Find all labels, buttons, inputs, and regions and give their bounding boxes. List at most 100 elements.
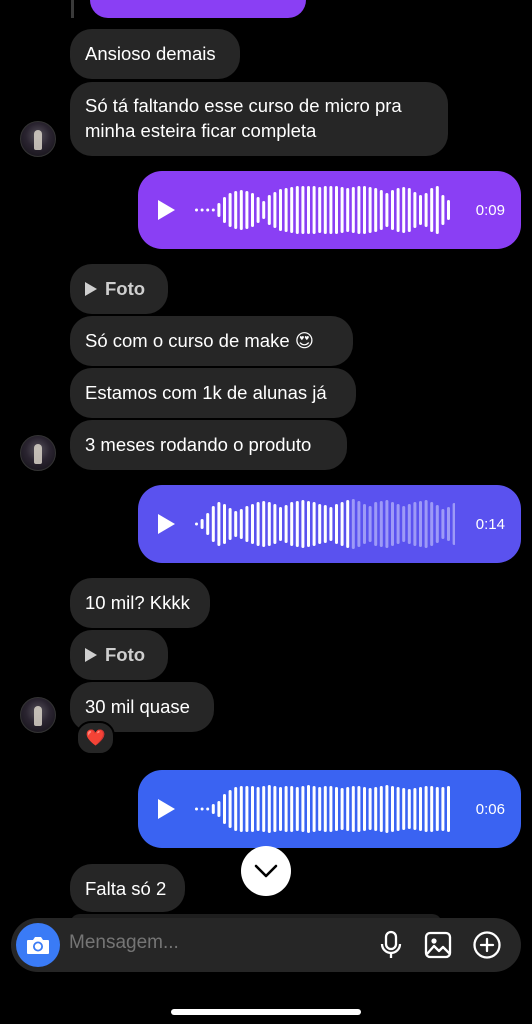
plus-circle-icon[interactable] (472, 930, 502, 960)
waveform-bar (335, 504, 338, 544)
voice-message[interactable]: 0:09 (138, 171, 521, 249)
waveform-bar (363, 504, 366, 544)
message-incoming[interactable]: Foto (70, 630, 168, 680)
waveform-bar (200, 208, 204, 212)
waveform-bar (295, 501, 299, 547)
voice-duration: 0:14 (475, 515, 505, 533)
waveform-bar (419, 787, 422, 831)
message-text: 10 mil? Kkkk (85, 592, 190, 613)
home-indicator (171, 1009, 361, 1015)
waveform-bar (402, 187, 406, 233)
waveform-bar (279, 507, 282, 541)
message-incoming[interactable]: 3 meses rodando o produto (70, 420, 347, 470)
waveform-bar (284, 188, 288, 232)
waveform (195, 186, 450, 234)
avatar[interactable] (20, 435, 56, 471)
waveform-bar (430, 502, 434, 546)
waveform-bar (447, 507, 450, 541)
waveform-bar (290, 786, 294, 832)
avatar[interactable] (20, 697, 56, 733)
waveform-bar (239, 190, 243, 230)
camera-button[interactable] (16, 923, 60, 967)
message-incoming[interactable]: 10 mil? Kkkk (70, 578, 210, 628)
message-incoming[interactable]: Foto (70, 264, 168, 314)
waveform-bar (351, 187, 355, 233)
waveform-bar (256, 197, 260, 223)
waveform-bar (279, 787, 282, 831)
microphone-icon[interactable] (378, 930, 404, 960)
reaction-badge[interactable]: ❤️ (76, 721, 115, 755)
waveform-bar (245, 786, 249, 832)
waveform-bar (256, 502, 260, 546)
waveform-bar (368, 788, 372, 830)
play-icon[interactable] (158, 514, 175, 534)
waveform-bar (273, 504, 277, 544)
waveform-bar (323, 186, 327, 234)
waveform-bar (329, 786, 333, 832)
waveform-bar (385, 500, 389, 548)
waveform-bar (435, 186, 439, 234)
chevron-down-icon (254, 864, 278, 878)
waveform-bar (351, 499, 355, 549)
waveform-bar (357, 186, 361, 234)
waveform-bar (323, 786, 327, 832)
waveform (195, 785, 450, 833)
waveform-bar (200, 519, 204, 529)
message-incoming[interactable]: Estamos com 1k de alunas já (70, 368, 356, 418)
waveform-bar (424, 193, 428, 227)
voice-duration: 0:06 (475, 800, 505, 818)
voice-message[interactable]: 0:14 (138, 485, 521, 563)
waveform-bar (391, 786, 394, 832)
waveform-bar (407, 188, 411, 232)
waveform-bar (312, 786, 316, 832)
waveform-bar (435, 505, 439, 543)
message-text: 3 meses rodando o produto (85, 434, 312, 455)
waveform-bar (217, 801, 221, 817)
waveform-bar (357, 786, 361, 832)
waveform-bar (374, 502, 378, 546)
waveform-bar (441, 787, 445, 831)
waveform-bar (307, 186, 310, 234)
waveform-bar (335, 186, 338, 234)
waveform-bar (245, 506, 249, 542)
message-incoming[interactable]: Ansioso demais (70, 29, 240, 79)
waveform-bar (441, 195, 445, 225)
waveform-bar (391, 190, 394, 230)
waveform-bar (357, 501, 361, 547)
waveform-bar (374, 787, 378, 831)
waveform-bar (351, 786, 355, 832)
waveform-bar (435, 787, 439, 831)
waveform-bar (379, 190, 383, 230)
avatar[interactable] (20, 121, 56, 157)
waveform-bar (346, 188, 350, 232)
message-incoming[interactable]: Só tá faltando esse curso de micro pra m… (70, 82, 448, 156)
voice-message[interactable]: 0:06 (138, 770, 521, 848)
message-text: Estamos com 1k de alunas já (85, 382, 327, 403)
play-icon[interactable] (158, 799, 175, 819)
message-incoming[interactable]: Falta só 2 (70, 864, 185, 912)
waveform-bar (329, 507, 333, 541)
waveform-bar (312, 502, 316, 546)
waveform-bar (340, 502, 344, 546)
waveform-bar (217, 502, 221, 546)
waveform-bar (290, 187, 294, 233)
waveform-bar (391, 502, 394, 546)
waveform-bar (262, 501, 266, 547)
waveform-bar (234, 511, 238, 537)
gallery-icon[interactable] (423, 930, 453, 960)
waveform-bar (424, 786, 428, 832)
heart-reaction: ❤️ (85, 730, 106, 747)
waveform-bar (211, 208, 215, 212)
message-input[interactable] (69, 932, 369, 954)
photo-attachment: Foto (85, 276, 153, 301)
waveform-bar (217, 203, 221, 217)
waveform-bar (262, 786, 266, 832)
scroll-down-button[interactable] (241, 846, 291, 896)
waveform-bar (447, 786, 450, 832)
waveform-bar (363, 186, 366, 234)
play-icon[interactable] (158, 200, 175, 220)
voice-message-partial[interactable] (90, 0, 306, 18)
waveform-bar (234, 787, 238, 831)
waveform-bar (318, 787, 322, 831)
message-incoming[interactable]: Só com o curso de make 😍 (70, 316, 353, 366)
